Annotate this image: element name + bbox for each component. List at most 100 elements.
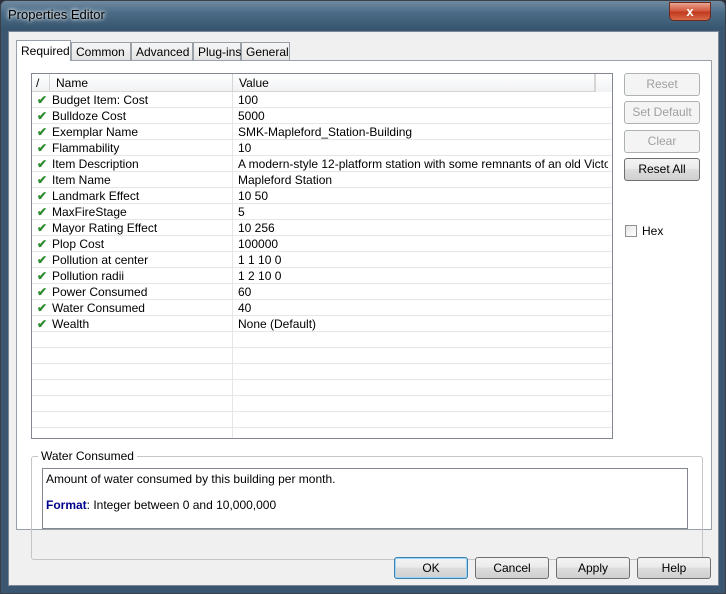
- required-tab-panel: / Name Value ✔ Budget Item: Cost 100 ✔ Bulld…: [16, 60, 712, 560]
- close-icon: x: [686, 4, 694, 19]
- clear-button[interactable]: Clear: [624, 130, 700, 153]
- checkmark-icon: ✔: [37, 237, 48, 251]
- property-value[interactable]: SMK-Mapleford_Station-Building: [238, 125, 608, 139]
- table-row[interactable]: ✔ Budget Item: Cost 100: [32, 92, 612, 108]
- table-row[interactable]: ✔ Bulldoze Cost 5000: [32, 108, 612, 124]
- table-row[interactable]: ✔ Plop Cost 100000: [32, 236, 612, 252]
- checkmark-icon: ✔: [37, 205, 48, 219]
- property-name: Budget Item: Cost: [52, 93, 149, 107]
- property-name: Pollution at center: [52, 253, 149, 267]
- table-row[interactable]: ✔ Pollution at center 1 1 10 0: [32, 252, 612, 268]
- value-column-header[interactable]: Value: [233, 74, 595, 92]
- checkmark-icon: ✔: [37, 253, 48, 267]
- set-default-button[interactable]: Set Default: [624, 101, 700, 124]
- cancel-button[interactable]: Cancel: [475, 557, 549, 579]
- tab-advanced[interactable]: Advanced: [131, 42, 193, 60]
- tab-common[interactable]: Common: [71, 42, 131, 60]
- dialog-client: Required Common Advanced Plug-ins Genera…: [8, 31, 719, 586]
- help-button[interactable]: Help: [637, 557, 711, 579]
- description-text: Amount of water consumed by this buildin…: [46, 472, 336, 486]
- property-value[interactable]: 10 256: [238, 221, 608, 235]
- table-row[interactable]: ✔ Item Description A modern-style 12-platf…: [32, 156, 612, 172]
- checkmark-icon: ✔: [37, 109, 48, 123]
- table-row[interactable]: ✔ Pollution radii 1 2 10 0: [32, 268, 612, 284]
- property-name: Power Consumed: [52, 285, 148, 299]
- empty-row: [32, 380, 612, 396]
- property-value[interactable]: 10: [238, 141, 608, 155]
- property-name: Pollution radii: [52, 269, 125, 283]
- property-value[interactable]: 1 2 10 0: [238, 269, 608, 283]
- property-value[interactable]: 5: [238, 205, 608, 219]
- format-line: Format: Integer between 0 and 10,000,000: [46, 498, 684, 512]
- empty-row: [32, 412, 612, 428]
- sort-column-header[interactable]: /: [32, 74, 50, 92]
- title-bar[interactable]: Properties Editor x: [1, 1, 725, 29]
- table-row[interactable]: ✔ Wealth None (Default): [32, 316, 612, 332]
- table-row[interactable]: ✔ Flammability 10: [32, 140, 612, 156]
- checkmark-icon: ✔: [37, 301, 48, 315]
- property-name: Wealth: [52, 317, 90, 331]
- window-title: Properties Editor: [8, 7, 105, 22]
- checkmark-icon: ✔: [37, 285, 48, 299]
- ok-button[interactable]: OK: [394, 557, 468, 579]
- checkmark-icon: ✔: [37, 141, 48, 155]
- property-name: Flammability: [52, 141, 120, 155]
- details-title: Water Consumed: [38, 449, 137, 463]
- checkbox-unchecked-icon[interactable]: [625, 225, 637, 237]
- table-row[interactable]: ✔ Mayor Rating Effect 10 256: [32, 220, 612, 236]
- checkmark-icon: ✔: [37, 125, 48, 139]
- property-value[interactable]: A modern-style 12-platform station with …: [238, 157, 608, 171]
- reset-all-button[interactable]: Reset All: [624, 158, 700, 181]
- property-value[interactable]: 10 50: [238, 189, 608, 203]
- property-name: Water Consumed: [52, 301, 145, 315]
- details-group: Water Consumed Amount of water consumed …: [31, 449, 703, 560]
- checkmark-icon: ✔: [37, 157, 48, 171]
- properties-grid[interactable]: / Name Value ✔ Budget Item: Cost 100 ✔ Bulld…: [31, 73, 613, 439]
- checkmark-icon: ✔: [37, 269, 48, 283]
- table-row[interactable]: ✔ Landmark Effect 10 50: [32, 188, 612, 204]
- property-value[interactable]: 40: [238, 301, 608, 315]
- checkmark-icon: ✔: [37, 93, 48, 107]
- empty-row: [32, 348, 612, 364]
- checkmark-icon: ✔: [37, 189, 48, 203]
- property-name: Plop Cost: [52, 237, 105, 251]
- property-value[interactable]: None (Default): [238, 317, 608, 331]
- properties-editor-window: Properties Editor x Required Common Adva…: [0, 0, 726, 594]
- property-name: Exemplar Name: [52, 125, 139, 139]
- close-button[interactable]: x: [669, 2, 711, 21]
- format-label: Format: [46, 498, 87, 512]
- format-text: : Integer between 0 and 10,000,000: [86, 498, 277, 512]
- empty-row: [32, 396, 612, 412]
- description-box: Amount of water consumed by this buildin…: [42, 468, 688, 529]
- checkmark-icon: ✔: [37, 173, 48, 187]
- empty-row: [32, 364, 612, 380]
- table-row[interactable]: ✔ Power Consumed 60: [32, 284, 612, 300]
- apply-button[interactable]: Apply: [556, 557, 630, 579]
- property-value[interactable]: Mapleford Station: [238, 173, 608, 187]
- table-row[interactable]: ✔ Exemplar Name SMK-Mapleford_Station-Buil…: [32, 124, 612, 140]
- grid-header: / Name Value: [32, 74, 612, 92]
- property-name: Item Description: [52, 157, 139, 171]
- property-value[interactable]: 5000: [238, 109, 608, 123]
- header-spacer: [595, 74, 612, 92]
- checkmark-icon: ✔: [37, 317, 48, 331]
- reset-button[interactable]: Reset: [624, 73, 700, 96]
- table-row[interactable]: ✔ Item Name Mapleford Station: [32, 172, 612, 188]
- table-row[interactable]: ✔ MaxFireStage 5: [32, 204, 612, 220]
- property-name: Bulldoze Cost: [52, 109, 127, 123]
- property-value[interactable]: 100000: [238, 237, 608, 251]
- property-value[interactable]: 100: [238, 93, 608, 107]
- property-name: Item Name: [52, 173, 111, 187]
- name-column-header[interactable]: Name: [50, 74, 233, 92]
- empty-row: [32, 332, 612, 348]
- tab-required[interactable]: Required: [16, 40, 71, 61]
- property-value[interactable]: 1 1 10 0: [238, 253, 608, 267]
- property-name: MaxFireStage: [52, 205, 127, 219]
- table-row[interactable]: ✔ Water Consumed 40: [32, 300, 612, 316]
- checkmark-icon: ✔: [37, 221, 48, 235]
- property-value[interactable]: 60: [238, 285, 608, 299]
- hex-label: Hex: [642, 224, 664, 238]
- property-name: Landmark Effect: [52, 189, 140, 203]
- tab-general[interactable]: General: [241, 42, 290, 60]
- tab-plug-ins[interactable]: Plug-ins: [193, 42, 241, 60]
